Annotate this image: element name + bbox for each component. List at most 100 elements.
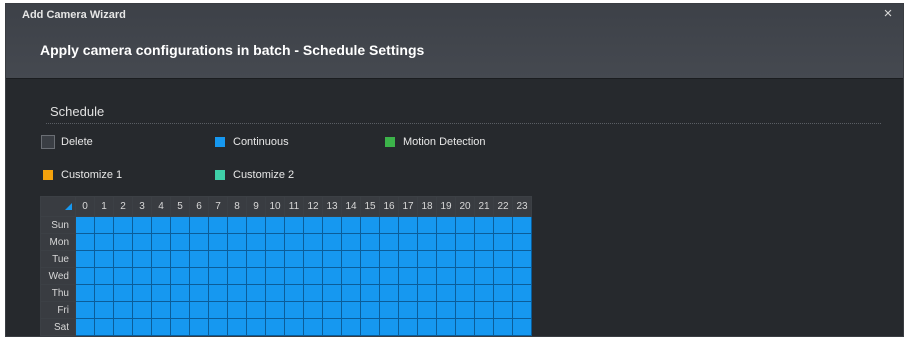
schedule-cell[interactable] [132,284,152,302]
close-icon[interactable]: × [881,6,895,22]
schedule-cell[interactable] [436,267,456,285]
schedule-cell[interactable] [132,301,152,319]
hour-header-8[interactable]: 8 [227,196,247,217]
schedule-cell[interactable] [151,233,171,251]
schedule-cell[interactable] [189,250,209,268]
schedule-cell[interactable] [189,267,209,285]
schedule-cell[interactable] [493,233,513,251]
schedule-cell[interactable] [170,318,190,336]
schedule-cell[interactable] [94,267,114,285]
schedule-cell[interactable] [132,250,152,268]
schedule-cell[interactable] [474,267,494,285]
schedule-cell[interactable] [132,318,152,336]
hour-header-13[interactable]: 13 [322,196,342,217]
day-header-sat[interactable]: Sat [40,318,76,336]
schedule-cell[interactable] [113,318,133,336]
schedule-cell[interactable] [303,318,323,336]
hour-header-22[interactable]: 22 [493,196,513,217]
schedule-cell[interactable] [341,267,361,285]
schedule-cell[interactable] [455,284,475,302]
schedule-cell[interactable] [208,233,228,251]
schedule-cell[interactable] [455,318,475,336]
schedule-cell[interactable] [322,233,342,251]
schedule-cell[interactable] [379,284,399,302]
schedule-cell[interactable] [417,301,437,319]
schedule-cell[interactable] [341,250,361,268]
legend-delete[interactable]: Delete [41,135,93,149]
schedule-cell[interactable] [512,267,532,285]
schedule-cell[interactable] [398,216,418,234]
schedule-cell[interactable] [151,301,171,319]
schedule-cell[interactable] [94,233,114,251]
schedule-cell[interactable] [151,250,171,268]
schedule-cell[interactable] [360,216,380,234]
schedule-cell[interactable] [455,301,475,319]
legend-motion-detection[interactable]: Motion Detection [385,135,486,149]
schedule-cell[interactable] [322,267,342,285]
schedule-cell[interactable] [360,284,380,302]
schedule-cell[interactable] [493,318,513,336]
schedule-cell[interactable] [474,250,494,268]
schedule-cell[interactable] [474,233,494,251]
hour-header-12[interactable]: 12 [303,196,323,217]
schedule-cell[interactable] [512,301,532,319]
schedule-cell[interactable] [227,250,247,268]
schedule-cell[interactable] [322,284,342,302]
schedule-cell[interactable] [246,318,266,336]
schedule-cell[interactable] [170,233,190,251]
schedule-cell[interactable] [398,267,418,285]
day-header-mon[interactable]: Mon [40,233,76,251]
schedule-cell[interactable] [303,267,323,285]
schedule-cell[interactable] [75,301,95,319]
schedule-cell[interactable] [132,216,152,234]
schedule-cell[interactable] [75,284,95,302]
schedule-cell[interactable] [170,284,190,302]
hour-header-10[interactable]: 10 [265,196,285,217]
hour-header-2[interactable]: 2 [113,196,133,217]
legend-continuous[interactable]: Continuous [215,135,289,149]
schedule-cell[interactable] [227,284,247,302]
schedule-cell[interactable] [189,284,209,302]
schedule-cell[interactable] [189,318,209,336]
schedule-cell[interactable] [322,318,342,336]
schedule-cell[interactable] [284,233,304,251]
schedule-cell[interactable] [151,284,171,302]
schedule-cell[interactable] [417,284,437,302]
hour-header-5[interactable]: 5 [170,196,190,217]
schedule-cell[interactable] [493,301,513,319]
schedule-cell[interactable] [417,233,437,251]
schedule-cell[interactable] [208,284,228,302]
schedule-cell[interactable] [398,250,418,268]
schedule-cell[interactable] [360,250,380,268]
schedule-cell[interactable] [227,301,247,319]
schedule-cell[interactable] [170,301,190,319]
schedule-cell[interactable] [284,267,304,285]
schedule-cell[interactable] [379,216,399,234]
schedule-cell[interactable] [398,318,418,336]
schedule-cell[interactable] [474,318,494,336]
schedule-cell[interactable] [436,216,456,234]
schedule-cell[interactable] [436,318,456,336]
schedule-cell[interactable] [75,318,95,336]
legend-customize-2[interactable]: Customize 2 [215,168,294,182]
schedule-cell[interactable] [455,216,475,234]
schedule-cell[interactable] [75,233,95,251]
schedule-cell[interactable] [170,216,190,234]
schedule-cell[interactable] [227,318,247,336]
schedule-cell[interactable] [265,216,285,234]
hour-header-6[interactable]: 6 [189,196,209,217]
hour-header-4[interactable]: 4 [151,196,171,217]
schedule-cell[interactable] [493,250,513,268]
schedule-cell[interactable] [455,233,475,251]
schedule-cell[interactable] [322,250,342,268]
schedule-cell[interactable] [94,250,114,268]
schedule-cell[interactable] [322,216,342,234]
schedule-cell[interactable] [417,250,437,268]
schedule-cell[interactable] [189,216,209,234]
schedule-cell[interactable] [512,250,532,268]
schedule-cell[interactable] [455,250,475,268]
schedule-cell[interactable] [303,233,323,251]
schedule-cell[interactable] [94,284,114,302]
schedule-cell[interactable] [246,233,266,251]
schedule-cell[interactable] [227,267,247,285]
